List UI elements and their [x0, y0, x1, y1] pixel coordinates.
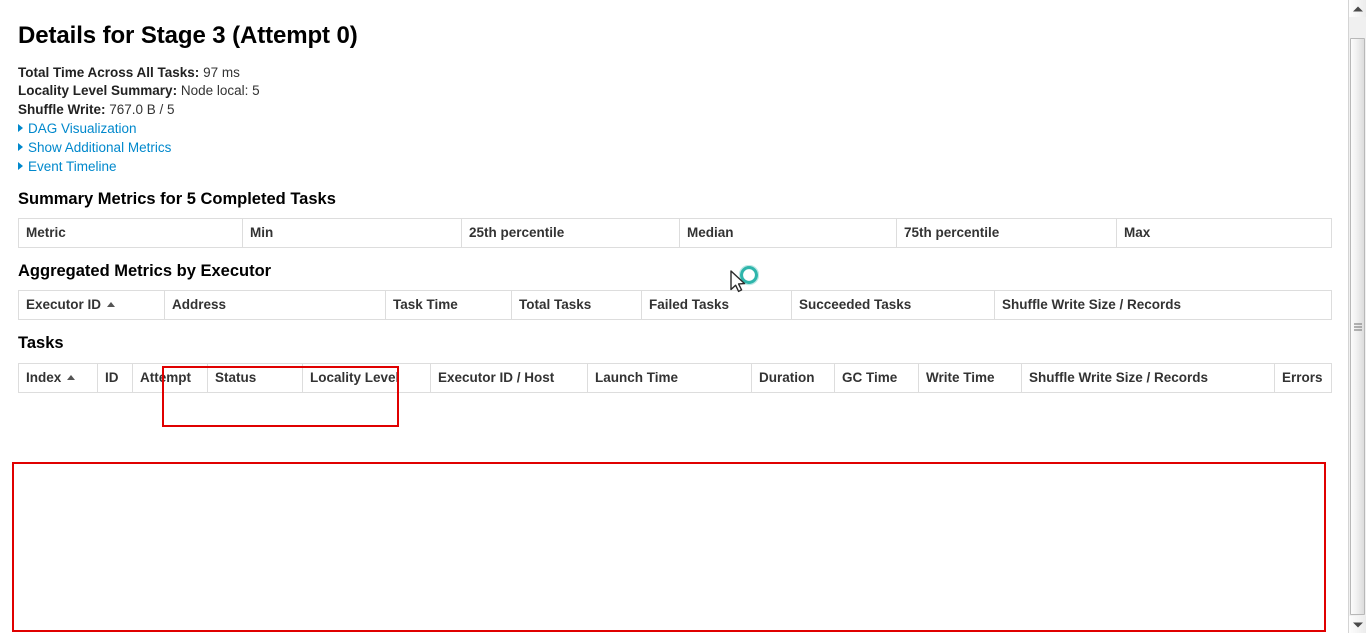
scrollbar-grip-icon [1353, 323, 1362, 330]
triangle-right-icon [18, 162, 23, 171]
scroll-up-arrow-icon[interactable] [1349, 0, 1366, 17]
scroll-down-arrow-icon[interactable] [1349, 616, 1366, 633]
col-succeeded-tasks[interactable]: Succeeded Tasks [791, 289, 995, 320]
triangle-right-icon [18, 143, 23, 152]
scrollbar-thumb[interactable] [1350, 38, 1365, 615]
sort-ascending-icon [67, 375, 76, 381]
show-additional-metrics-link[interactable]: Show Additional Metrics [28, 140, 171, 155]
summary-total-time-value: 97 ms [203, 64, 240, 80]
col-min[interactable]: Min [242, 217, 462, 248]
stage-details-page: Details for Stage 3 (Attempt 0) Total Ti… [0, 0, 1348, 633]
col-index[interactable]: Index [18, 363, 98, 394]
summary-shuffle-write-value: 767.0 B / 5 [109, 101, 175, 117]
show-additional-metrics-item[interactable]: Show Additional Metrics [18, 138, 1330, 157]
col-id[interactable]: ID [97, 363, 133, 394]
col-executor-id-host[interactable]: Executor ID / Host [430, 363, 588, 394]
summary-shuffle-write-label: Shuffle Write: [18, 101, 106, 117]
vertical-scrollbar[interactable] [1348, 0, 1366, 633]
col-address[interactable]: Address [164, 289, 386, 320]
summary-shuffle-write: Shuffle Write: 767.0 B / 5 [18, 101, 1330, 120]
summary-metrics-table: Metric Min 25th percentile Median 75th p… [18, 217, 1332, 248]
page-content: Details for Stage 3 (Attempt 0) Total Ti… [0, 0, 1348, 394]
col-shuffle-write-size-records[interactable]: Shuffle Write Size / Records [994, 289, 1332, 320]
event-timeline-link[interactable]: Event Timeline [28, 159, 117, 174]
col-duration[interactable]: Duration [751, 363, 835, 394]
summary-total-time: Total Time Across All Tasks: 97 ms [18, 64, 1330, 83]
triangle-right-icon [18, 124, 23, 133]
page-title: Details for Stage 3 (Attempt 0) [18, 22, 358, 49]
col-shuffle-write-size-records[interactable]: Shuffle Write Size / Records [1021, 363, 1275, 394]
col-executor-id-label: Executor ID [26, 296, 102, 312]
summary-locality-label: Locality Level Summary: [18, 83, 178, 99]
summary-locality-value: Node local: 5 [180, 83, 260, 99]
tasks-table: Index ID Attempt Status Locality Level E… [18, 363, 1332, 394]
col-total-tasks[interactable]: Total Tasks [511, 289, 642, 320]
summary-total-time-label: Total Time Across All Tasks: [18, 64, 200, 80]
col-errors[interactable]: Errors [1274, 363, 1332, 394]
sort-ascending-icon [107, 301, 116, 307]
col-write-time[interactable]: Write Time [918, 363, 1022, 394]
col-launch-time[interactable]: Launch Time [587, 363, 752, 394]
toggle-links-list: DAG Visualization Show Additional Metric… [18, 119, 1330, 176]
aggregated-metrics-heading: Aggregated Metrics by Executor [18, 261, 272, 280]
dag-visualization-link[interactable]: DAG Visualization [28, 121, 137, 136]
col-gc-time[interactable]: GC Time [834, 363, 919, 394]
col-locality-level[interactable]: Locality Level [302, 363, 431, 394]
aggregated-metrics-table: Executor ID Address Task Time Total Task… [18, 289, 1332, 320]
col-25th-percentile[interactable]: 25th percentile [461, 217, 680, 248]
col-index-label: Index [26, 370, 62, 386]
event-timeline-item[interactable]: Event Timeline [18, 157, 1330, 176]
col-max[interactable]: Max [1116, 217, 1332, 248]
col-task-time[interactable]: Task Time [385, 289, 512, 320]
col-metric[interactable]: Metric [18, 217, 243, 248]
table-header-row: Metric Min 25th percentile Median 75th p… [18, 217, 1332, 248]
tasks-heading: Tasks [18, 333, 64, 352]
tasks-table-highlight [12, 462, 1326, 632]
col-executor-id[interactable]: Executor ID [18, 289, 165, 320]
summary-locality: Locality Level Summary: Node local: 5 [18, 82, 1330, 101]
table-header-row: Executor ID Address Task Time Total Task… [18, 289, 1332, 320]
table-header-row: Index ID Attempt Status Locality Level E… [18, 363, 1332, 394]
stage-summary-list: Total Time Across All Tasks: 97 ms Local… [18, 64, 1330, 120]
col-75th-percentile[interactable]: 75th percentile [896, 217, 1117, 248]
summary-metrics-heading: Summary Metrics for 5 Completed Tasks [18, 190, 336, 209]
col-failed-tasks[interactable]: Failed Tasks [641, 289, 792, 320]
dag-visualization-item[interactable]: DAG Visualization [18, 119, 1330, 138]
col-status[interactable]: Status [207, 363, 303, 394]
col-attempt[interactable]: Attempt [132, 363, 208, 394]
col-median[interactable]: Median [679, 217, 897, 248]
